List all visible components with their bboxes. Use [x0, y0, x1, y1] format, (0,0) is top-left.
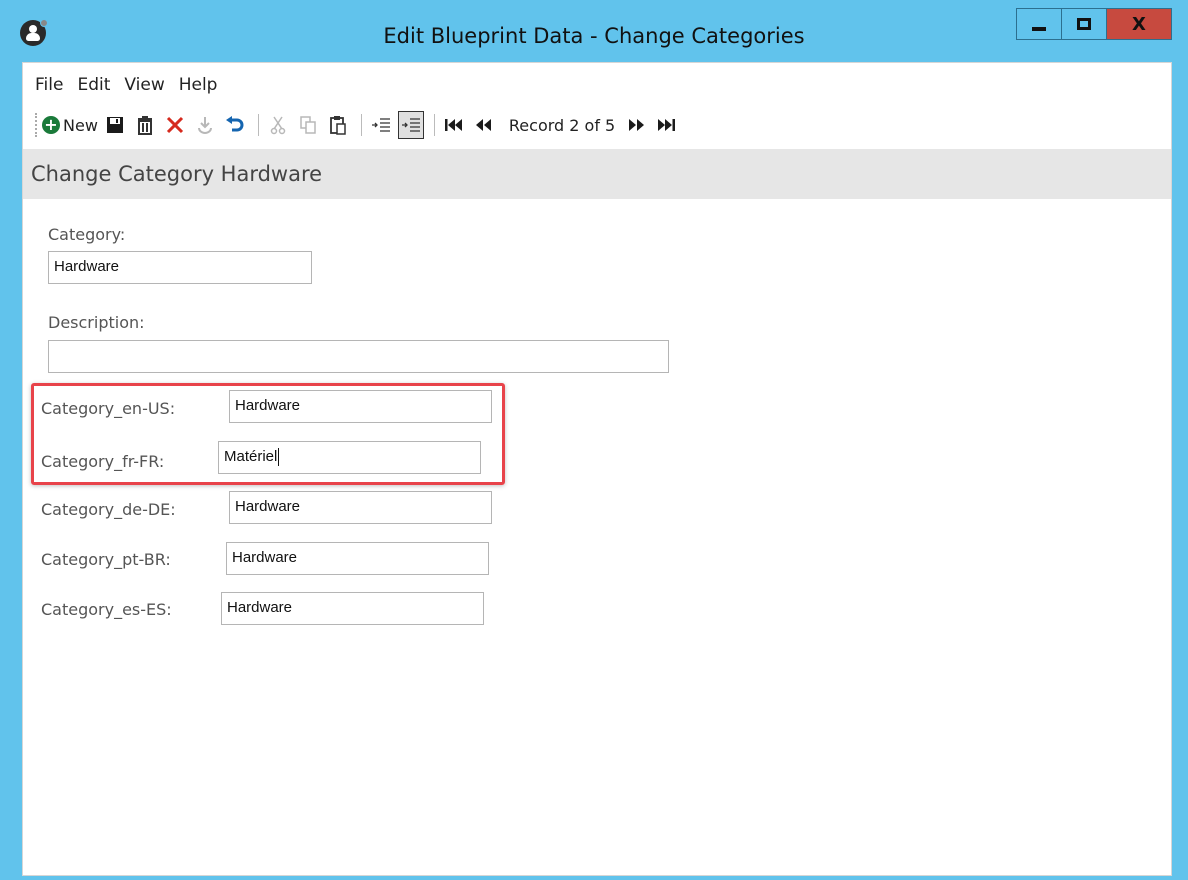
minimize-button[interactable] [1016, 8, 1062, 40]
menu-help[interactable]: Help [179, 75, 218, 95]
delete-button[interactable] [132, 111, 158, 139]
next-record-button[interactable] [623, 111, 649, 139]
clipboard-icon [330, 116, 346, 135]
toolbar: + New Record 2 of 5 [23, 107, 1171, 143]
minimize-icon [1032, 27, 1046, 31]
copy-button[interactable] [295, 111, 321, 139]
category-label: Category: [48, 225, 126, 244]
download-arrow-icon [197, 117, 212, 134]
list-indent-icon [371, 118, 390, 132]
indent-button[interactable] [368, 111, 394, 139]
rewind-icon [475, 119, 491, 131]
copy-icon [300, 116, 316, 134]
app-window: Edit Blueprint Data - Change Categories … [0, 0, 1188, 880]
category-es-es-label: Category_es-ES: [41, 600, 172, 619]
outdent-button[interactable] [397, 111, 424, 139]
last-record-button[interactable] [653, 111, 679, 139]
text-caret [278, 448, 280, 467]
category-fr-fr-label: Category_fr-FR: [41, 452, 165, 471]
close-icon: X [1132, 13, 1146, 35]
category-input[interactable]: Hardware [48, 251, 312, 284]
cut-button[interactable] [265, 111, 291, 139]
category-es-es-input[interactable]: Hardware [221, 592, 484, 625]
category-de-de-label: Category_de-DE: [41, 500, 176, 519]
maximize-icon [1077, 18, 1091, 30]
toolbar-separator [257, 114, 259, 136]
cancel-button[interactable] [162, 111, 188, 139]
import-button[interactable] [192, 111, 218, 139]
form-header: Change Category Hardware [23, 149, 1171, 199]
save-icon [106, 117, 123, 133]
skip-to-start-icon [444, 119, 462, 131]
category-de-de-input[interactable]: Hardware [229, 491, 492, 524]
red-x-icon [166, 116, 183, 134]
new-button[interactable]: + New [42, 111, 98, 139]
new-button-label: New [63, 115, 98, 135]
category-en-us-input[interactable]: Hardware [229, 390, 492, 423]
title-bar[interactable]: Edit Blueprint Data - Change Categories … [0, 0, 1188, 62]
description-input[interactable] [48, 340, 669, 373]
list-indent-active-icon [401, 118, 420, 132]
toolbar-separator [433, 114, 435, 136]
menu-view[interactable]: View [124, 75, 164, 95]
scissors-icon [270, 116, 286, 135]
form-title: Change Category Hardware [31, 162, 323, 186]
category-pt-br-label: Category_pt-BR: [41, 550, 171, 569]
menu-bar: File Edit View Help [23, 67, 1171, 103]
toolbar-grip[interactable] [35, 113, 38, 137]
trash-icon [137, 116, 152, 135]
menu-edit[interactable]: Edit [77, 75, 110, 95]
close-button[interactable]: X [1106, 8, 1172, 40]
plus-icon: + [42, 116, 60, 134]
description-label: Description: [48, 313, 145, 332]
undo-icon [225, 116, 244, 132]
window-title: Edit Blueprint Data - Change Categories [383, 24, 805, 48]
skip-to-end-icon [658, 119, 676, 131]
category-fr-fr-input[interactable]: Matériel [218, 441, 481, 474]
undo-button[interactable] [222, 111, 248, 139]
toolbar-separator [360, 114, 362, 136]
maximize-button[interactable] [1061, 8, 1107, 40]
fast-forward-icon [629, 119, 645, 131]
menu-file[interactable]: File [35, 75, 63, 95]
paste-button[interactable] [325, 111, 351, 139]
record-indicator: Record 2 of 5 [508, 115, 616, 135]
first-record-button[interactable] [441, 111, 467, 139]
previous-record-button[interactable] [471, 111, 497, 139]
category-fr-fr-value: Matériel [224, 448, 278, 465]
client-area: File Edit View Help + New Record 2 of 5 … [22, 62, 1172, 876]
category-en-us-label: Category_en-US: [41, 399, 176, 418]
category-pt-br-input[interactable]: Hardware [226, 542, 489, 575]
save-button[interactable] [102, 111, 128, 139]
